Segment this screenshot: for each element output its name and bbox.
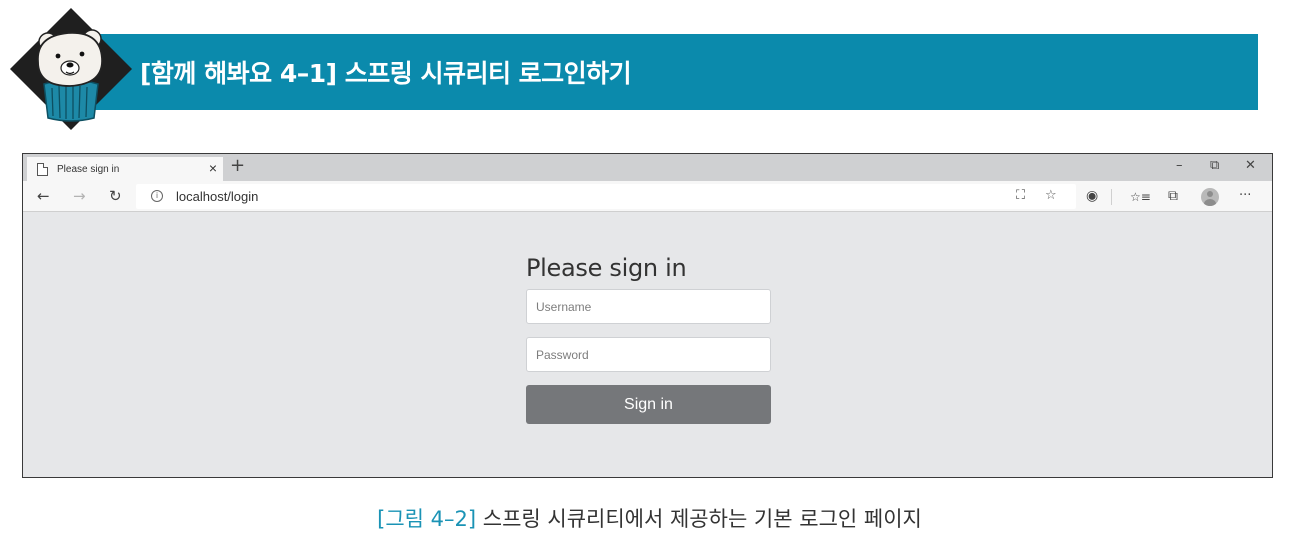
more-icon[interactable]: ···	[1239, 186, 1251, 206]
extension-icon[interactable]: ◉	[1086, 186, 1098, 206]
sign-in-button[interactable]: Sign in	[526, 385, 771, 424]
tab-close-icon[interactable]: ×	[209, 160, 217, 176]
address-bar[interactable]: i localhost/login ⛶ ☆	[136, 184, 1076, 209]
figure-caption: [그림 4–2] 스프링 시큐리티에서 제공하는 기본 로그인 페이지	[0, 503, 1299, 533]
back-icon[interactable]: ←	[37, 186, 50, 206]
info-icon[interactable]: i	[151, 190, 163, 202]
password-input[interactable]	[526, 337, 771, 372]
page-icon	[37, 162, 48, 176]
tab-login[interactable]: Please sign in ×	[27, 157, 223, 181]
figure-label: [그림 4–2]	[377, 507, 477, 531]
browser-window: Please sign in × + – ⧉ ✕ ← → ↻ i localho…	[22, 153, 1273, 478]
url-text[interactable]: localhost/login	[176, 189, 258, 204]
chapter-banner: [함께 해봐요 4–1] 스프링 시큐리티 로그인하기	[0, 0, 1299, 130]
tab-title: Please sign in	[57, 163, 120, 175]
new-tab-icon[interactable]: +	[230, 156, 245, 176]
translate-icon[interactable]: ⛶	[1016, 187, 1025, 205]
caption-text: 스프링 시큐리티에서 제공하는 기본 로그인 페이지	[482, 507, 922, 531]
favorite-star-icon[interactable]: ☆	[1045, 187, 1057, 205]
close-icon[interactable]: ✕	[1245, 157, 1256, 175]
tab-strip: Please sign in × + – ⧉ ✕	[23, 154, 1272, 181]
browser-toolbar: ← → ↻ i localhost/login ⛶ ☆ ◉ ☆≡ ⧉ ···	[23, 181, 1272, 212]
forward-icon[interactable]: →	[73, 186, 86, 206]
favorites-icon[interactable]: ☆≡	[1130, 187, 1151, 207]
minimize-icon[interactable]: –	[1176, 157, 1183, 175]
banner-title: [함께 해봐요 4–1] 스프링 시큐리티 로그인하기	[140, 59, 632, 88]
refresh-icon[interactable]: ↻	[109, 186, 122, 206]
login-heading: Please sign in	[526, 254, 687, 282]
profile-avatar-icon[interactable]	[1201, 188, 1219, 206]
login-form: Please sign in Sign in	[526, 254, 771, 424]
restore-icon[interactable]: ⧉	[1210, 157, 1219, 175]
bear-mascot-icon	[10, 8, 132, 130]
toolbar-divider	[1111, 189, 1112, 205]
username-input[interactable]	[526, 289, 771, 324]
collections-icon[interactable]: ⧉	[1168, 186, 1178, 206]
